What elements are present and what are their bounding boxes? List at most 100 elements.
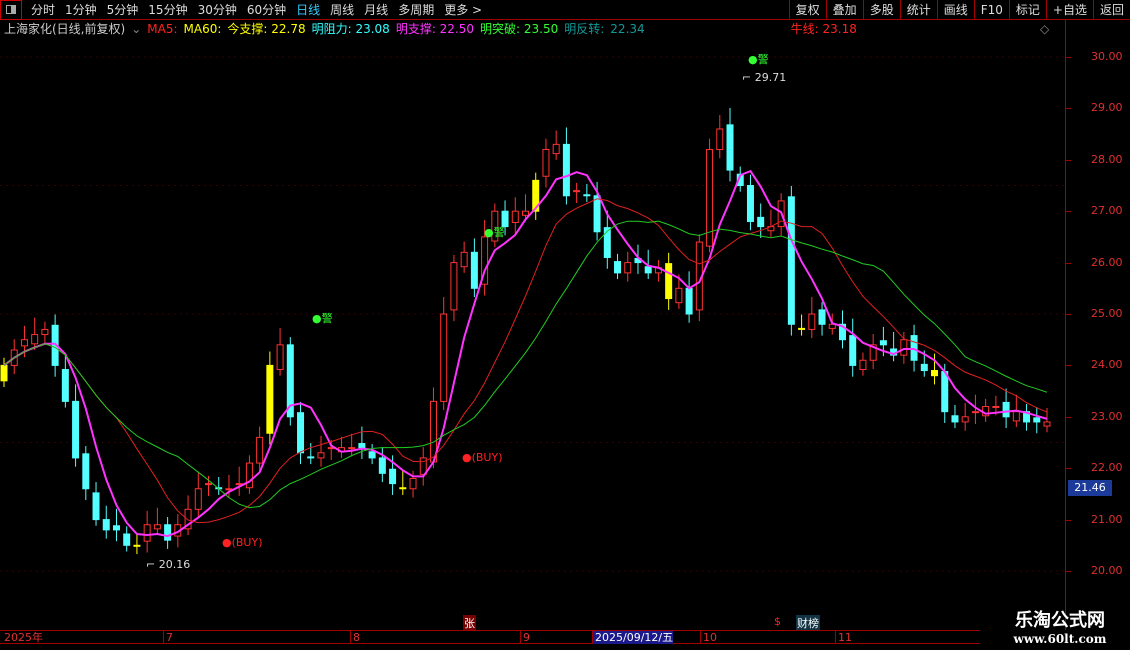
candle bbox=[368, 451, 376, 459]
candle bbox=[245, 462, 253, 489]
candle bbox=[726, 124, 734, 171]
high-price-label: ⌐ 29.71 bbox=[742, 71, 786, 84]
watermark-url: www.60lt.com bbox=[1013, 632, 1107, 646]
candle bbox=[511, 210, 519, 224]
candle bbox=[358, 443, 366, 449]
candle bbox=[859, 359, 867, 371]
candlestick-chart: ●警 ●警 ●警 ⌐ 29.71 ⌐ 20.16 ●(BUY) ●(BUY) bbox=[0, 52, 1065, 572]
candle bbox=[920, 363, 928, 372]
marker-s[interactable]: $ bbox=[773, 615, 782, 628]
candle bbox=[614, 261, 622, 274]
candle bbox=[552, 143, 560, 155]
candle bbox=[61, 369, 69, 402]
candle bbox=[716, 128, 724, 151]
candle bbox=[562, 143, 570, 197]
toolbar-button[interactable]: 叠加 bbox=[825, 0, 863, 20]
diamond-icon[interactable]: ◇ bbox=[1040, 22, 1049, 36]
ma12-line bbox=[3, 198, 1048, 524]
candle bbox=[225, 488, 233, 491]
date-label: 10 bbox=[700, 631, 717, 644]
price-tick: 29.00 bbox=[1091, 101, 1123, 115]
candle bbox=[818, 309, 826, 325]
period-tab[interactable]: 30分钟 bbox=[193, 1, 242, 18]
date-label: 2025年 bbox=[4, 631, 43, 644]
period-tab[interactable]: 日线 bbox=[291, 1, 325, 18]
candle bbox=[470, 251, 478, 289]
watermark-name: 乐淘公式网 bbox=[1015, 610, 1105, 631]
candle bbox=[910, 335, 918, 361]
candle bbox=[971, 411, 979, 414]
period-tab[interactable]: 5分钟 bbox=[102, 1, 144, 18]
candle bbox=[399, 487, 407, 490]
buy-signal: ●(BUY) bbox=[222, 536, 263, 549]
period-tab[interactable]: 周线 bbox=[325, 1, 359, 18]
toolbar-button[interactable]: 画线 bbox=[936, 0, 974, 20]
candle bbox=[0, 364, 8, 382]
candle bbox=[276, 344, 284, 371]
candle bbox=[603, 227, 611, 258]
candle bbox=[348, 447, 356, 450]
candle bbox=[961, 416, 969, 423]
period-tab[interactable]: 60分钟 bbox=[242, 1, 291, 18]
toolbar-button[interactable]: 标记 bbox=[1008, 0, 1046, 20]
candle bbox=[522, 210, 529, 216]
price-tick: 30.00 bbox=[1091, 50, 1123, 63]
candle bbox=[72, 400, 80, 459]
period-tab[interactable]: 分时 bbox=[26, 1, 60, 18]
marker-zhang[interactable]: 张 bbox=[463, 615, 476, 631]
candle bbox=[746, 185, 754, 222]
price-tick: 26.00 bbox=[1091, 255, 1123, 269]
price-tick: 25.00 bbox=[1091, 307, 1123, 320]
period-tab[interactable]: 更多 > bbox=[439, 1, 487, 18]
current-price-label: 21.46 bbox=[1068, 480, 1112, 496]
candle bbox=[931, 370, 939, 377]
price-tick: 24.00 bbox=[1091, 358, 1123, 372]
candle bbox=[440, 313, 448, 402]
candle bbox=[941, 371, 949, 413]
toolbar-button[interactable]: F10 bbox=[973, 0, 1009, 20]
candle bbox=[675, 287, 683, 304]
candle bbox=[297, 412, 305, 454]
candle bbox=[317, 452, 325, 459]
candle bbox=[798, 327, 806, 330]
chevron-down-icon[interactable]: ⌄ bbox=[131, 21, 141, 37]
panel-toggle-button[interactable] bbox=[0, 0, 22, 20]
legend-bull-line: 牛线: 23.18 bbox=[790, 22, 857, 36]
toolbar-button[interactable]: +自选 bbox=[1045, 0, 1093, 20]
warning-marker: ●警 bbox=[484, 225, 505, 239]
price-tick: 23.00 bbox=[1091, 409, 1123, 423]
price-axis: 30.00 29.00 28.00 27.00 26.00 25.00 24.00 23.00… bbox=[1065, 20, 1130, 630]
candle bbox=[389, 468, 397, 485]
candle bbox=[849, 335, 857, 366]
toolbar-button[interactable]: 复权 bbox=[788, 0, 826, 20]
toolbar-button[interactable]: 统计 bbox=[899, 0, 937, 20]
candle bbox=[624, 262, 632, 274]
watermark: 乐淘公式网 www.60lt.com bbox=[990, 606, 1130, 646]
period-tab[interactable]: 多周期 bbox=[393, 1, 439, 18]
toolbar: 分时 1分钟 5分钟 15分钟 30分钟 60分钟 日线 周线 月线 多周期 更多 > 复权 叠加 多股… bbox=[0, 0, 1130, 20]
toolbar-button[interactable]: 返回 bbox=[1092, 0, 1130, 20]
toolbar-button[interactable]: 多股 bbox=[862, 0, 900, 20]
candle bbox=[102, 519, 110, 531]
period-tab[interactable]: 1分钟 bbox=[60, 1, 102, 18]
candle bbox=[460, 251, 468, 268]
candle bbox=[378, 457, 386, 474]
ma18-line bbox=[3, 220, 1048, 509]
price-tick: 28.00 bbox=[1091, 152, 1123, 166]
candle bbox=[123, 533, 131, 546]
date-label: 11 bbox=[835, 631, 852, 644]
candle bbox=[266, 364, 274, 434]
candle bbox=[787, 196, 795, 325]
candle bbox=[450, 262, 458, 311]
marker-caibang[interactable]: 财榜 bbox=[796, 615, 820, 631]
candle bbox=[20, 339, 28, 347]
price-tick: 21.00 bbox=[1091, 512, 1123, 526]
period-tab[interactable]: 月线 bbox=[359, 1, 393, 18]
candle bbox=[112, 525, 120, 531]
legend-next-support: 明支撑: 22.50 bbox=[395, 22, 475, 36]
period-tab[interactable]: 15分钟 bbox=[143, 1, 192, 18]
candle bbox=[143, 524, 151, 542]
candle bbox=[31, 334, 39, 345]
candle bbox=[1012, 411, 1020, 422]
candle bbox=[542, 149, 550, 177]
